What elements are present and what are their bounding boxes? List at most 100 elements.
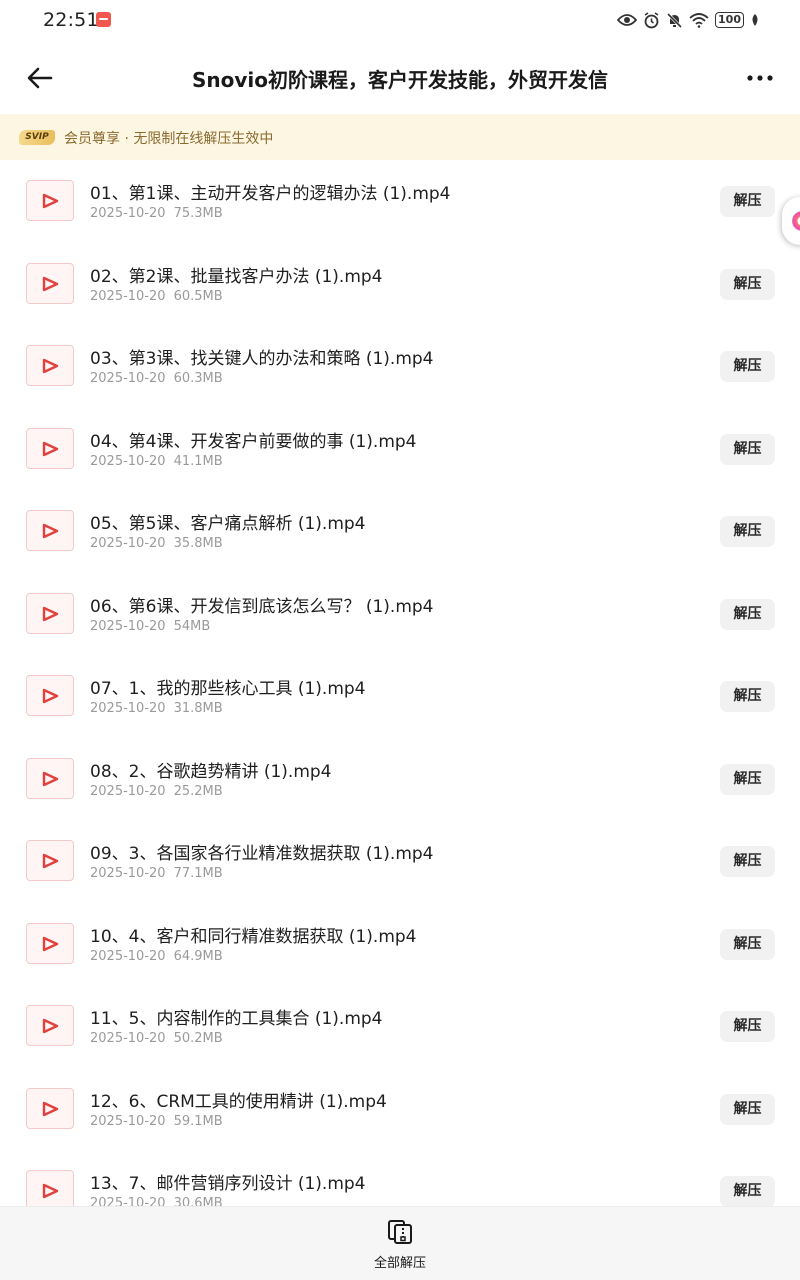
extract-button[interactable]: 解压 [720,351,775,382]
file-name: 07、1、我的那些核心工具 (1).mp4 [90,679,366,699]
play-icon [42,523,59,539]
file-date: 2025-10-20 [90,536,166,551]
video-file-icon [26,345,74,386]
back-button[interactable] [24,62,56,94]
play-icon [42,688,59,704]
file-meta: 2025-10-20 25.2MB [90,784,223,799]
file-size: 35.8MB [173,536,223,551]
bottom-action-bar: 全部解压 [0,1206,800,1280]
page-title: Snovio初阶课程，客户开发技能，外贸开发信 [191,68,608,92]
file-date: 2025-10-20 [90,701,166,716]
file-name: 02、第2课、批量找客户办法 (1).mp4 [90,266,383,287]
video-file-icon [26,1005,74,1046]
file-size: 30.6MB [173,1196,223,1206]
extract-all-icon [388,1220,412,1244]
file-meta: 2025-10-20 30.6MB [90,1196,223,1206]
file-name: 06、第6课、开发信到底该怎么写？ (1).mp4 [90,596,434,617]
extract-button[interactable]: 解压 [720,516,775,547]
video-file-icon [26,262,74,304]
play-icon [42,606,59,621]
play-icon [42,358,59,374]
extract-button[interactable]: 解压 [720,598,775,630]
extract-all-button[interactable]: 全部解压 [340,1207,460,1280]
file-date: 2025-10-20 [90,618,166,634]
file-date: 2025-10-20 [90,288,166,304]
file-row[interactable]: 09、3、各国家各行业精准数据获取 (1).mp4 2025-10-20 77.1M… [0,820,800,903]
file-row[interactable]: 08、2、谷歌趋势精讲 (1).mp4 2025-10-20 25.2MB 解压 [0,738,800,821]
video-file-icon [26,510,74,551]
play-icon [42,276,59,291]
video-file-icon [26,592,74,634]
file-meta: 2025-10-20 35.8MB [90,536,223,551]
file-row[interactable]: 13、7、邮件营销序列设计 (1).mp4 2025-10-20 30.6MB 解压 [0,1150,800,1206]
file-size: 60.5MB [173,288,223,304]
video-file-icon [26,840,74,881]
leaf-icon [750,13,760,27]
file-name: 11、5、内容制作的工具集合 (1).mp4 [90,1009,383,1029]
file-row[interactable]: 07、1、我的那些核心工具 (1).mp4 2025-10-20 31.8MB 解压 [0,655,800,738]
extract-button[interactable]: 解压 [720,1011,775,1042]
file-row[interactable]: 04、第4课、开发客户前要做的事 (1).mp4 2025-10-20 41.1MB… [0,408,800,491]
mute-icon [666,12,683,29]
file-row[interactable]: 03、第3课、找关键人的办法和策略 (1).mp4 2025-10-20 60.3M… [0,325,800,408]
file-name: 08、2、谷歌趋势精讲 (1).mp4 [90,761,332,782]
play-icon [42,1018,59,1034]
extract-button[interactable]: 解压 [720,1176,775,1206]
play-icon [42,441,59,456]
file-date: 2025-10-20 [90,1196,166,1206]
file-name: 12、6、CRM工具的使用精讲 (1).mp4 [90,1091,387,1112]
play-icon [42,1101,59,1116]
file-date: 2025-10-20 [90,866,166,881]
extract-button[interactable]: 解压 [720,763,775,795]
file-size: 50.2MB [173,1031,223,1046]
file-name: 13、7、邮件营销序列设计 (1).mp4 [90,1174,366,1194]
extract-button[interactable]: 解压 [720,268,775,300]
file-row[interactable]: 12、6、CRM工具的使用精讲 (1).mp4 2025-10-20 59.1MB 解… [0,1068,800,1151]
more-horizontal-icon [747,75,773,81]
file-size: 60.3MB [173,371,223,386]
app-header: Snovio初阶课程，客户开发技能，外贸开发信 [0,40,800,114]
file-row[interactable]: 11、5、内容制作的工具集合 (1).mp4 2025-10-20 50.2MB 解压 [0,985,800,1068]
file-date: 2025-10-20 [90,453,166,469]
file-date: 2025-10-20 [90,783,166,799]
file-row[interactable]: 02、第2课、批量找客户办法 (1).mp4 2025-10-20 60.5MB 解压 [0,243,800,326]
file-row[interactable]: 10、4、客户和同行精准数据获取 (1).mp4 2025-10-20 64.9MB… [0,903,800,986]
alarm-icon [643,11,660,29]
file-meta: 2025-10-20 75.3MB [90,206,223,221]
extract-button[interactable]: 解压 [720,1093,775,1125]
file-size: 75.3MB [173,206,223,221]
play-icon [42,853,59,869]
file-size: 77.1MB [173,866,223,881]
file-size: 64.9MB [173,948,223,964]
status-bar: 22:51 100 [0,0,800,40]
file-row[interactable]: 06、第6课、开发信到底该怎么写？ (1).mp4 2025-10-20 54MB 解… [0,573,800,656]
file-row[interactable]: 05、第5课、客户痛点解析 (1).mp4 2025-10-20 35.8MB 解压 [0,490,800,573]
video-file-icon [26,1170,74,1206]
file-meta: 2025-10-20 64.9MB [90,949,223,964]
vip-banner[interactable]: SVIP 会员尊享 · 无限制在线解压生效中 [0,114,800,160]
play-icon [42,193,59,209]
extract-button[interactable]: 解压 [720,928,775,960]
extract-button[interactable]: 解压 [720,681,775,712]
status-time: 22:51 [43,9,99,31]
file-row[interactable]: 01、第1课、主动开发客户的逻辑办法 (1).mp4 2025-10-20 75.3… [0,160,800,243]
file-meta: 2025-10-20 31.8MB [90,701,223,716]
extract-button[interactable]: 解压 [720,186,775,217]
vip-banner-text: 会员尊享 · 无限制在线解压生效中 [64,131,274,147]
file-date: 2025-10-20 [90,1113,166,1129]
play-icon [42,936,59,951]
floating-assistant-bubble[interactable] [782,197,800,245]
file-meta: 2025-10-20 59.1MB [90,1114,223,1129]
file-meta: 2025-10-20 77.1MB [90,866,223,881]
file-meta: 2025-10-20 60.3MB [90,371,223,386]
video-file-icon [26,180,74,221]
extract-button[interactable]: 解压 [720,846,775,877]
extract-all-label: 全部解压 [373,1256,426,1271]
file-name: 03、第3课、找关键人的办法和策略 (1).mp4 [90,349,434,369]
file-name: 05、第5课、客户痛点解析 (1).mp4 [90,514,366,534]
more-options-button[interactable] [744,64,776,92]
video-file-icon [26,427,74,469]
file-meta: 2025-10-20 54MB [90,619,210,634]
file-date: 2025-10-20 [90,1031,166,1046]
extract-button[interactable]: 解压 [720,433,775,465]
